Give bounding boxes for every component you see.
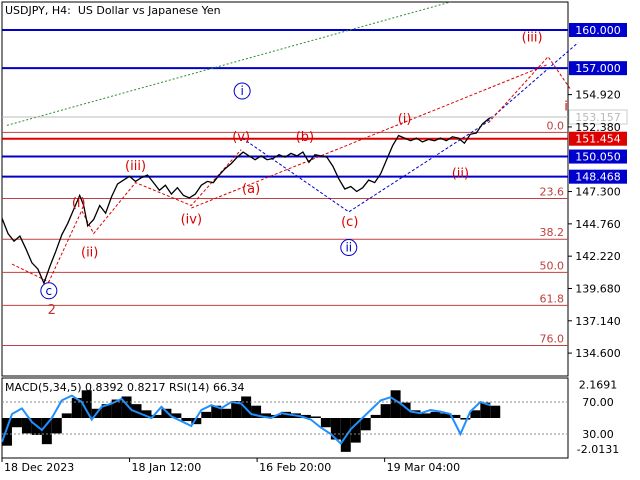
price-level-tag-text: 150.050 (575, 151, 621, 164)
x-tick-label: 18 Dec 2023 (4, 461, 74, 474)
macd-histogram-bar (181, 418, 192, 422)
macd-histogram-bar (460, 418, 471, 420)
wave-label: ii (345, 241, 352, 255)
wave-label: c (46, 284, 53, 298)
chart-canvas: 0.0 23.6 38.2 50.0 61.8 76.0 160.000 157.000 151… (0, 0, 640, 480)
wave-label: (iv) (181, 213, 202, 228)
macd-histogram-bar (430, 411, 441, 418)
wave-label: (i) (398, 112, 412, 127)
y-tick-label: 154.920 (575, 89, 621, 102)
wave-label: i (240, 84, 243, 98)
sub-y-tick-label: 70.00 (582, 396, 614, 409)
price-level-tag-text: 157.000 (575, 62, 621, 75)
y-tick-label: 147.300 (575, 186, 621, 199)
price-level-tag-text: 160.000 (575, 24, 621, 37)
macd-histogram-bar (360, 418, 371, 431)
macd-histogram-bar (201, 411, 212, 418)
y-tick-label: 144.760 (575, 218, 621, 231)
sub-y-tick-label: 2.1691 (579, 379, 618, 392)
macd-histogram-bar (221, 408, 232, 418)
macd-histogram-bar (11, 418, 22, 428)
y-tick-label: 142.220 (575, 250, 621, 263)
y-tick-label: 134.600 (575, 347, 621, 360)
wave-label: (a) (242, 182, 260, 197)
macd-histogram-bar (490, 405, 501, 418)
fib-level-label: 0.0 (547, 119, 565, 132)
wave-label: (b) (296, 130, 314, 145)
y-tick-label: 137.140 (575, 315, 621, 328)
wave-label: (c) (341, 215, 358, 230)
fib-level-label: 23.6 (540, 186, 565, 199)
fib-level-label: 50.0 (540, 259, 565, 272)
wave-label: (i) (72, 196, 86, 211)
x-tick-label: 16 Feb 20:00 (259, 461, 331, 474)
sub-y-tick-label: -2.0131 (577, 443, 619, 456)
y-tick-label: 152.380 (575, 121, 621, 134)
price-level-tag-text: 151.454 (575, 133, 621, 146)
macd-histogram-bar (61, 413, 72, 418)
wave-label: (iii) (522, 31, 543, 46)
macd-histogram-bar (380, 404, 391, 418)
sub-y-tick-label: 30.00 (582, 428, 614, 441)
macd-indicator-label: MACD(5,34,5) 0.8392 0.8217 RSI(14) 66.34 (5, 381, 245, 394)
wave-label: (v) (232, 130, 250, 145)
wave-label: (iii) (125, 159, 146, 174)
macd-histogram-bar (2, 418, 12, 446)
wave-label: (ii) (452, 167, 469, 182)
price-level-tag-text: 148.468 (575, 171, 621, 184)
chart-title: USDJPY, H4: US Dollar vs Japanese Yen (5, 4, 221, 17)
fib-level-label: 61.8 (540, 292, 565, 305)
macd-histogram-bar (370, 414, 381, 418)
fib-level-label: 76.0 (540, 332, 565, 345)
macd-histogram-bar (41, 418, 52, 445)
wave-label: (ii) (81, 246, 98, 261)
x-tick-label: 19 Mar 04:00 (387, 461, 460, 474)
macd-histogram-bar (51, 418, 62, 434)
macd-histogram-bar (241, 396, 252, 418)
macd-histogram-bar (420, 413, 431, 418)
wave-label: i (564, 99, 568, 114)
wave-label: 2 (48, 303, 56, 318)
macd-histogram-bar (320, 418, 331, 428)
macd-histogram-bar (161, 408, 172, 418)
x-tick-label: 18 Jan 12:00 (132, 461, 202, 474)
macd-histogram-bar (390, 390, 401, 418)
macd-histogram-bar (310, 416, 321, 418)
fib-level-label: 38.2 (540, 226, 565, 239)
y-tick-label: 139.680 (575, 282, 621, 295)
